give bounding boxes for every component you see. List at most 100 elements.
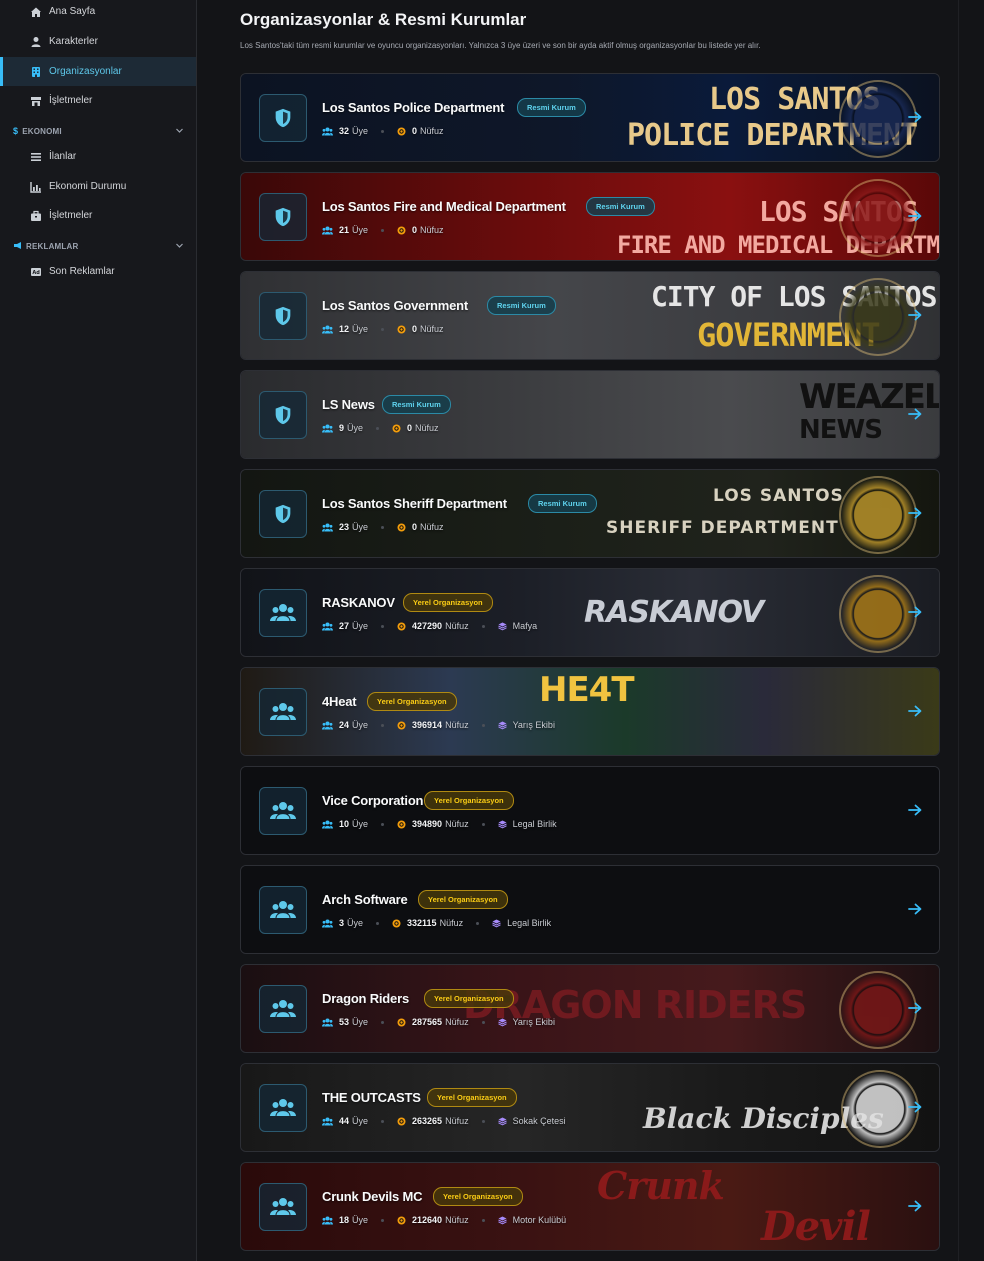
members-count: 12 <box>339 324 350 334</box>
shield-icon <box>259 292 307 340</box>
ad-icon: Ad <box>29 265 42 278</box>
separator-dot <box>481 624 485 628</box>
influence-value: 212640 <box>412 1215 443 1225</box>
sidebar-item-businesses[interactable]: İşletmeler <box>0 86 196 115</box>
building-icon <box>29 65 42 78</box>
influence-value: 0 <box>412 225 418 235</box>
influence-label: Nüfuz <box>445 819 469 829</box>
layers-icon <box>497 721 507 730</box>
arrow-right-icon[interactable] <box>907 604 923 620</box>
organization-name: Crunk Devils MC <box>322 1189 423 1204</box>
organization-card[interactable]: RASKANOV RASKANOV Yerel Organizasyon 27 Üye 4… <box>240 568 940 657</box>
organization-card[interactable]: HE4T 4Heat Yerel Organizasyon 24 Üye 396914 Nü… <box>240 667 940 756</box>
sidebar-item-organizations[interactable]: Organizasyonlar <box>0 57 196 86</box>
organization-type: Yarış Ekibi <box>497 720 555 730</box>
sidebar-item-characters[interactable]: Karakterler <box>0 27 196 56</box>
local-org-badge: Yerel Organizasyon <box>427 1088 517 1107</box>
influence-stat: 332115 Nüfuz <box>392 918 463 928</box>
sidebar-section-ads[interactable]: REKLAMLAR <box>0 236 196 256</box>
organization-card[interactable]: Black Disciples THE OUTCASTS Yerel Organiz… <box>240 1063 940 1152</box>
organization-name: RASKANOV <box>322 595 395 610</box>
members-label: Üye <box>352 1215 369 1225</box>
influence-icon <box>392 919 401 928</box>
organization-emblem <box>839 971 917 1049</box>
influence-stat: 287565 Nüfuz <box>397 1017 469 1027</box>
banner-title-top: HE4T <box>539 670 635 710</box>
arrow-right-icon[interactable] <box>907 109 923 125</box>
influence-label: Nüfuz <box>445 621 469 631</box>
organization-stats: 23 Üye 0 Nüfuz <box>322 521 444 533</box>
organization-card[interactable]: DRAGON RIDERS Dragon Riders Yerel Organiza… <box>240 964 940 1053</box>
arrow-right-icon[interactable] <box>907 1198 923 1214</box>
separator-dot <box>381 822 385 826</box>
members-count: 23 <box>339 522 350 532</box>
organization-card[interactable]: Crunk Devil Crunk Devils MC Yerel Organizas… <box>240 1162 940 1251</box>
organization-type: Legal Birlik <box>492 918 551 928</box>
organization-name: Los Santos Fire and Medical Department <box>322 199 566 214</box>
organization-stats: 32 Üye 0 Nüfuz <box>322 125 444 137</box>
sidebar-item-home[interactable]: Ana Sayfa <box>0 0 196 26</box>
members-icon <box>322 325 333 334</box>
members-label: Üye <box>347 918 364 928</box>
organization-type: Mafya <box>497 621 537 631</box>
organization-card[interactable]: Arch Software Yerel Organizasyon 3 Üye 33211… <box>240 865 940 954</box>
influence-icon <box>397 721 406 730</box>
members-stat: 27 Üye <box>322 621 368 631</box>
local-org-badge: Yerel Organizasyon <box>424 989 514 1008</box>
sidebar-item-label: Karakterler <box>49 36 98 47</box>
sidebar-item-economy-businesses[interactable]: İşletmeler <box>0 201 196 230</box>
sidebar-section-economy[interactable]: $ EKONOMI <box>0 121 196 141</box>
influence-label: Nüfuz <box>445 720 469 730</box>
organization-type: Yarış Ekibi <box>497 1017 555 1027</box>
arrow-right-icon[interactable] <box>907 505 923 521</box>
organization-stats: 27 Üye 427290 Nüfuz Mafya <box>322 620 537 632</box>
chevron-down-icon <box>175 126 184 137</box>
organization-type: Sokak Çetesi <box>497 1116 566 1126</box>
organization-card[interactable]: Vice Corporation Yerel Organizasyon 10 Üye 3… <box>240 766 940 855</box>
sidebar-item-economy-status[interactable]: Ekonomi Durumu <box>0 172 196 201</box>
arrow-right-icon[interactable] <box>907 1099 923 1115</box>
organization-type: Motor Kulübü <box>497 1215 566 1225</box>
arrow-right-icon[interactable] <box>907 901 923 917</box>
arrow-right-icon[interactable] <box>907 406 923 422</box>
shield-icon <box>259 391 307 439</box>
local-org-badge: Yerel Organizasyon <box>367 692 457 711</box>
organization-card[interactable]: WEAZEL NEWS LS News Resmi Kurum 9 Üye 0 Nüfuz <box>240 370 940 459</box>
scrollbar[interactable] <box>958 0 984 1261</box>
sidebar-item-recent-ads[interactable]: Ad Son Reklamlar <box>0 257 196 286</box>
organization-stats: 44 Üye 263265 Nüfuz Sokak Çetesi <box>322 1115 566 1127</box>
organization-card[interactable]: LOS SANTOS POLICE DEPARTMENT Los Santos Po… <box>240 73 940 162</box>
members-stat: 44 Üye <box>322 1116 368 1126</box>
organization-stats: 3 Üye 332115 Nüfuz Legal Birlik <box>322 917 551 929</box>
organization-card[interactable]: LOS SANTOS SHERIFF DEPARTMENT Los Santos S… <box>240 469 940 558</box>
users-group-icon <box>259 1084 307 1132</box>
arrow-right-icon[interactable] <box>907 802 923 818</box>
separator-dot <box>381 723 385 727</box>
users-group-icon <box>259 985 307 1033</box>
users-group-icon <box>259 589 307 637</box>
members-count: 44 <box>339 1116 350 1126</box>
influence-icon <box>397 1018 406 1027</box>
arrow-right-icon[interactable] <box>907 208 923 224</box>
members-stat: 23 Üye <box>322 522 368 532</box>
organization-emblem <box>839 575 917 653</box>
members-icon <box>322 820 333 829</box>
organization-name: Los Santos Police Department <box>322 100 505 115</box>
organization-card[interactable]: LOS SANTOSFIRE AND MEDICAL DEPARTMENTLos… <box>240 172 940 261</box>
organization-card[interactable]: CITY OF LOS SANTOS GOVERNMENT Los Santos G… <box>240 271 940 360</box>
arrow-right-icon[interactable] <box>907 703 923 719</box>
layers-icon <box>497 820 507 829</box>
sidebar-item-label: İşletmeler <box>49 95 93 106</box>
influence-label: Nüfuz <box>445 1215 469 1225</box>
organization-type: Legal Birlik <box>497 819 557 829</box>
arrow-right-icon[interactable] <box>907 1000 923 1016</box>
influence-value: 0 <box>412 522 418 532</box>
sidebar-item-listings[interactable]: İlanlar <box>0 142 196 171</box>
influence-icon <box>397 226 406 235</box>
arrow-right-icon[interactable] <box>907 307 923 323</box>
members-count: 18 <box>339 1215 350 1225</box>
influence-value: 287565 <box>412 1017 443 1027</box>
influence-stat: 0 Nüfuz <box>397 225 444 235</box>
organization-emblem <box>839 476 917 554</box>
sidebar-item-label: İlanlar <box>49 151 77 162</box>
